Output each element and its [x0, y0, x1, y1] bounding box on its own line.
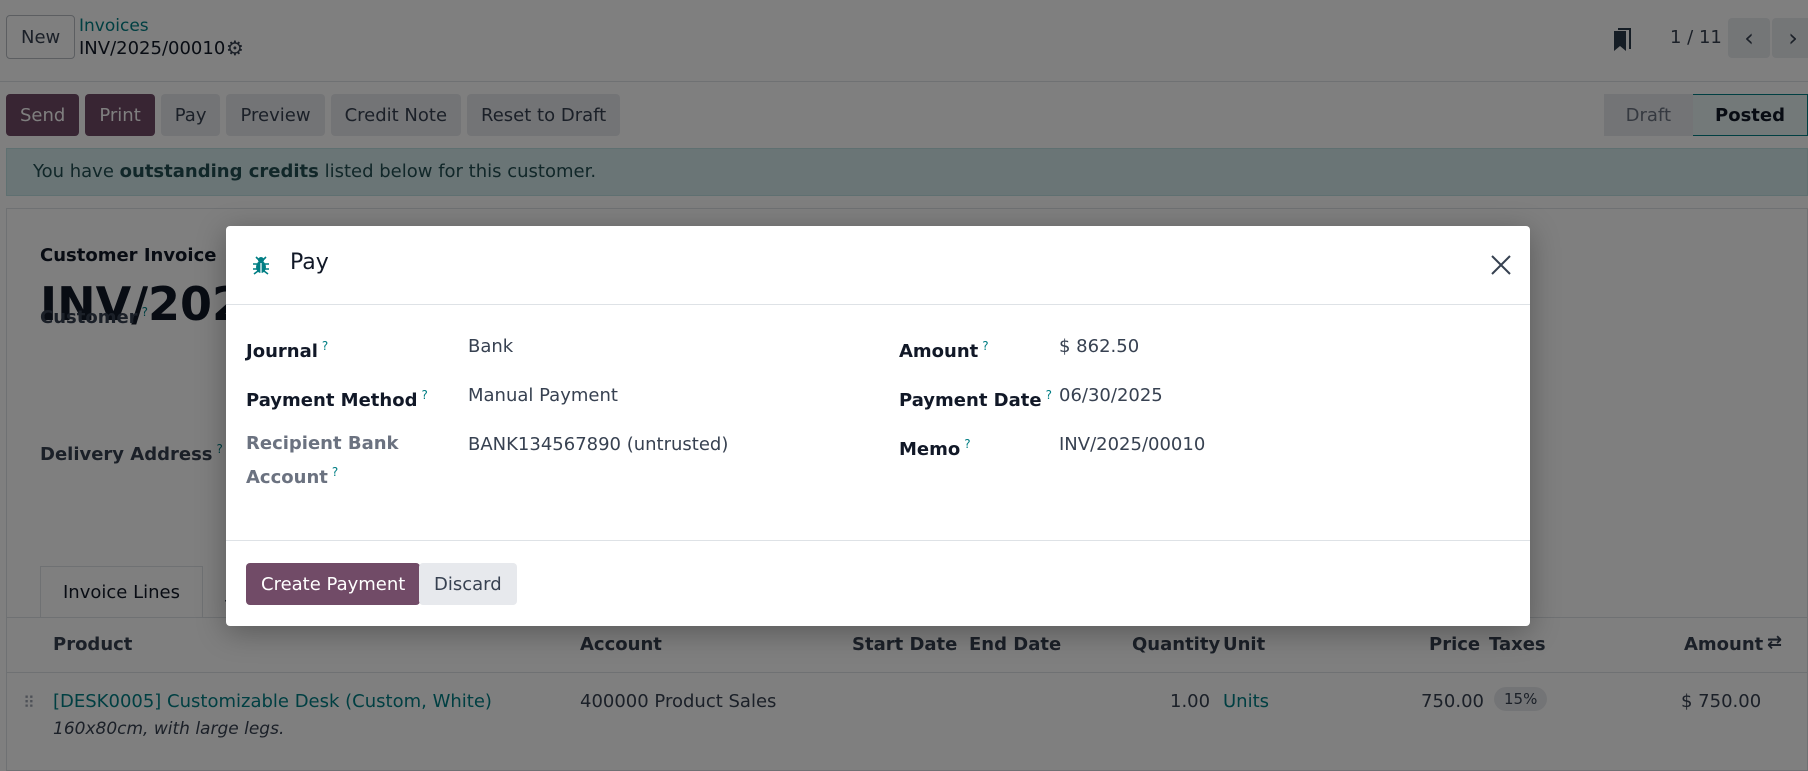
- amount-label: Amount?: [899, 339, 989, 362]
- pay-dialog: Pay Journal? Bank Payment Method? Manual…: [226, 226, 1530, 626]
- payment-method-field[interactable]: Manual Payment: [468, 382, 618, 410]
- create-payment-button[interactable]: Create Payment: [246, 563, 421, 605]
- amount-field[interactable]: $ 862.50: [1059, 333, 1139, 361]
- journal-label: Journal?: [246, 339, 329, 362]
- payment-date-field[interactable]: 06/30/2025: [1059, 382, 1163, 410]
- dialog-footer: Create Payment Discard: [226, 540, 1530, 626]
- dialog-title: Pay: [290, 250, 329, 275]
- recipient-bank-account-field[interactable]: BANK134567890 (untrusted): [468, 431, 728, 459]
- payment-date-label: Payment Date?: [899, 388, 1052, 411]
- memo-field[interactable]: INV/2025/00010: [1059, 431, 1205, 459]
- close-icon[interactable]: [1486, 250, 1516, 280]
- bug-icon[interactable]: [250, 254, 272, 276]
- discard-button[interactable]: Discard: [419, 563, 517, 605]
- payment-method-label: Payment Method?: [246, 388, 428, 411]
- dialog-header: Pay: [226, 226, 1530, 305]
- recipient-bank-account-label: Recipient Bank Account?: [246, 433, 399, 488]
- dialog-body: Journal? Bank Payment Method? Manual Pay…: [226, 306, 1530, 546]
- memo-label: Memo?: [899, 437, 971, 460]
- journal-field[interactable]: Bank: [468, 333, 513, 361]
